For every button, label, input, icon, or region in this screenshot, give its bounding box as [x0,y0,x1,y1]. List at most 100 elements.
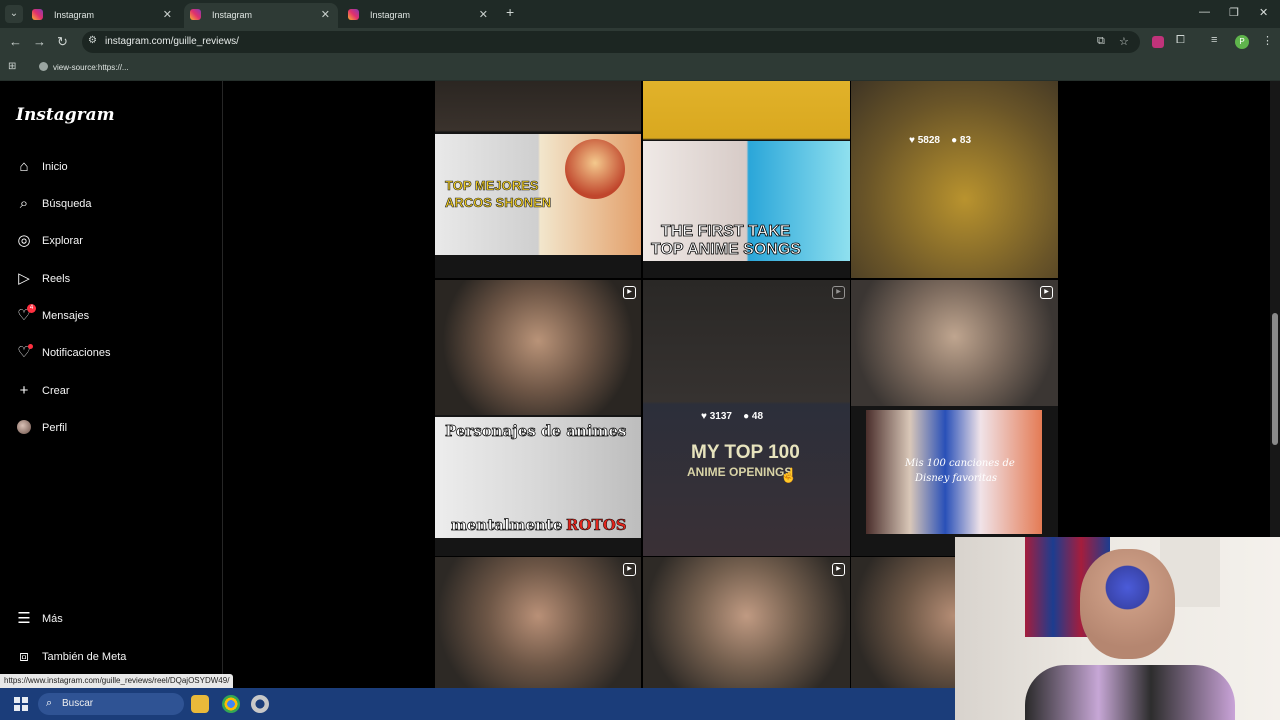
site-info-icon[interactable]: ⚙ [88,35,97,46]
sidebar: Instagram ⌂ Inicio ⌕ Búsqueda ◎ Explorar… [0,81,223,688]
post-tile-first-take[interactable]: THE FIRST TAKE TOP ANIME SONGS [643,81,850,278]
sidebar-item-label: Perfil [42,422,68,434]
install-app-icon[interactable]: ⧉ [1097,35,1105,48]
thumb-text-firsttake-1: THE FIRST TAKE [661,223,791,241]
thumb-text-firsttake-2: TOP ANIME SONGS [651,241,802,259]
extension-badge-icon[interactable]: e [1152,36,1164,48]
profile-avatar[interactable]: P [1235,35,1249,49]
browser-tab-3[interactable]: Instagram ✕ [342,3,496,28]
browser-tab-2[interactable]: Instagram ✕ [184,3,338,28]
webcam-overlay [955,537,1280,720]
heart-icon: ♥ [909,135,915,146]
windows-start-icon[interactable] [14,697,28,711]
restore-button[interactable]: ❐ [1229,6,1239,19]
apps-grid-icon[interactable]: ⊞ [8,61,16,72]
sidebar-item-label: Inicio [42,161,68,173]
reel-indicator-icon: ▶ [623,563,636,576]
taskbar-search[interactable]: ⌕ Buscar [38,693,184,715]
tab-strip: ⌄ Instagram ✕ Instagram ✕ Instagram ✕ + … [0,0,1280,28]
file-explorer-icon[interactable] [191,695,209,713]
thumb-text-shonen-2: ARCOS SHONEN [445,195,552,211]
sidebar-item-label: Mensajes [42,310,90,322]
reload-icon[interactable]: ↻ [57,34,68,50]
post-tile-reel-2[interactable]: ▶ [643,557,850,688]
tab-close-icon[interactable]: ✕ [163,8,172,21]
thumb-text-disney-1: Mis 100 canciones de [905,458,1015,469]
post-tile-yellow-shirt[interactable]: ♥ 5828 ● 83 [851,81,1058,278]
streamer-shirt-image [1025,665,1235,720]
scrollbar-thumb[interactable] [1272,313,1278,445]
sidebar-item-label: Crear [42,385,70,397]
creator-face-image [851,280,1058,406]
post-tile-personajes[interactable]: ▶ Personajes de animes mentalmente ROTOS [435,280,641,556]
notification-dot [28,344,33,349]
plus-icon: + [19,382,29,399]
compass-icon: ◎ [17,232,31,249]
streamer-face-image [1080,549,1175,659]
bookmark-view-source[interactable]: view-source:https://... [39,62,129,72]
likes-count: 5828 [917,135,940,146]
app-icon[interactable] [251,695,269,713]
close-window-button[interactable]: ✕ [1259,6,1268,19]
sidebar-item-label: Reels [42,273,71,285]
browser-tab-1[interactable]: Instagram ✕ [26,3,180,28]
reel-indicator-icon: ▶ [832,563,845,576]
sidebar-item-label: Más [42,613,63,625]
reel-indicator-icon: ▶ [623,286,636,299]
post-tile-shonen[interactable]: TOP MEJORES ARCOS SHONEN [435,81,641,278]
thumb-text-shonen-1: TOP MEJORES [445,178,539,194]
sidebar-item-label: Notificaciones [42,347,111,359]
instagram-favicon-icon [32,9,43,20]
chrome-icon[interactable] [222,695,240,713]
post-tile-reel-1[interactable]: ▶ [435,557,641,688]
globe-icon [39,62,48,71]
bookmarks-bar: ⊞ view-source:https://... [0,56,1280,81]
forward-arrow-icon[interactable]: → [33,34,46,49]
link-status-bar: https://www.instagram.com/guille_reviews… [0,674,234,688]
search-icon: ⌕ [19,195,29,212]
post-stats: ♥ 5828 ● 83 [909,135,971,146]
tab-close-icon[interactable]: ✕ [321,8,330,21]
post-tile-top100-openings[interactable]: ▶ ♥ 3137 ● 48 MY TOP 100 ANIME OPENINGS … [643,280,850,556]
instagram-favicon-icon [190,9,201,20]
likes-count: 3137 [709,411,732,422]
chrome-menu-icon[interactable]: ⋮ [1262,34,1273,47]
extensions-puzzle-icon[interactable]: ⧠ [1176,34,1185,47]
home-icon: ⌂ [19,158,29,175]
search-icon: ⌕ [46,697,53,709]
tab-title: Instagram [212,10,253,20]
meta-icon: ⧈ [19,648,29,665]
thumb-text-top100-1: MY TOP 100 [691,442,800,463]
menu-icon: ☰ [17,610,31,627]
address-bar-row: ← → ↻ ⚙ instagram.com/guille_reviews/ ⧉ … [0,28,1280,56]
straw-hat-character-image [565,139,625,199]
tab-title: Instagram [370,10,411,20]
new-tab-button[interactable]: + [506,4,514,20]
thumb-text-personajes-3: ROTOS [566,516,627,535]
tab-search-chevron-icon[interactable]: ⌄ [5,5,23,23]
post-tile-disney[interactable]: ▶ Mis 100 canciones de Disney favoritas [851,280,1058,556]
reading-list-icon[interactable]: ≡ [1211,34,1217,46]
comment-icon: ● [951,135,958,146]
tab-title: Instagram [54,10,95,20]
thumb-text-top100-2: ANIME OPENINGS [687,465,793,479]
windows-taskbar: ⌕ Buscar [0,688,955,720]
bookmark-label: view-source:https://... [53,63,129,72]
mouse-cursor-hand-icon: ☝ [780,467,798,483]
tab-close-icon[interactable]: ✕ [479,8,488,21]
messages-badge: 4 [27,304,36,313]
thumb-text-disney-2: Disney favoritas [915,473,997,484]
sidebar-item-label: También de Meta [42,651,127,663]
url-text[interactable]: instagram.com/guille_reviews/ [105,36,239,47]
omnibox[interactable]: ⚙ instagram.com/guille_reviews/ ⧉ ☆ [82,31,1140,53]
instagram-logo[interactable]: Instagram [16,105,115,125]
minimize-button[interactable]: — [1199,6,1210,18]
bookmark-star-icon[interactable]: ☆ [1119,35,1129,48]
post-stats: ♥ 3137 ● 48 [701,411,763,422]
reels-icon: ▷ [18,270,30,287]
avatar-icon [16,420,32,436]
back-arrow-icon[interactable]: ← [9,34,22,49]
instagram-favicon-icon [348,9,359,20]
disney-thumbnail [866,410,1042,534]
comment-icon: ● [743,411,750,422]
